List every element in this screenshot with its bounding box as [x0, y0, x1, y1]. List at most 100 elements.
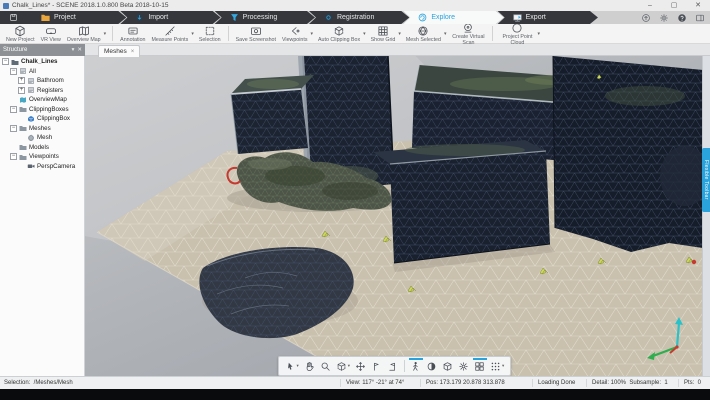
maximize-button[interactable]: ▢ — [662, 0, 686, 11]
settings-button[interactable] — [659, 13, 669, 23]
3d-viewport[interactable] — [85, 56, 702, 376]
toolbar-create-virtual-scan[interactable]: Create Virtual Scan — [448, 24, 488, 43]
tree-item-bathroom[interactable]: +Bathroom — [0, 76, 84, 86]
viewtool-view-layout[interactable]: ▾ — [488, 359, 507, 374]
viewtool-3d-box[interactable] — [440, 359, 456, 374]
tab-close-icon[interactable]: × — [131, 49, 135, 55]
tree-expander-icon[interactable]: + — [18, 77, 25, 84]
tree-item-overviewmap[interactable]: OverviewMap — [0, 95, 84, 105]
minimize-button[interactable]: – — [638, 0, 662, 11]
toolbar-save-screenshot[interactable]: Save Screenshot — [233, 24, 279, 43]
ribbon-tab-explore[interactable]: Explore — [403, 11, 503, 24]
tree-item-registers[interactable]: +Registers — [0, 86, 84, 96]
tree-expander-icon[interactable]: − — [2, 58, 9, 65]
tree-expander-spacer — [18, 134, 25, 141]
toolbar-button-label: Save Screenshot — [236, 38, 276, 44]
3d-box-icon — [442, 361, 453, 372]
ribbon-tab-label: Registration — [337, 14, 374, 21]
viewtool-contrast[interactable] — [424, 359, 440, 374]
folder-icon — [19, 124, 27, 132]
toolbar-show-grid[interactable]: Show Grid ▾ — [368, 24, 403, 43]
3d-scene[interactable] — [85, 56, 702, 376]
status-loading: Loading Done — [538, 380, 575, 386]
tree-item-perspcamera[interactable]: PerspCamera — [0, 162, 84, 172]
viewtool-quad-view[interactable] — [472, 359, 488, 374]
dropdown-arrow-icon[interactable]: ▾ — [502, 363, 504, 369]
tree-item-clippingbox[interactable]: ClippingBox — [0, 114, 84, 124]
dropdown-arrow-icon[interactable]: ▾ — [363, 31, 366, 37]
tree-item-clippingboxes[interactable]: −ClippingBoxes — [0, 105, 84, 115]
right-panel-tab[interactable]: Flexible Toolbar — [702, 148, 710, 212]
toolbar-button-label: Auto Clipping Box — [318, 38, 360, 44]
tree-expander-icon[interactable]: − — [10, 68, 17, 75]
toolbar-viewpoints[interactable]: Viewpoints ▾ — [279, 24, 315, 43]
dropdown-arrow-icon[interactable]: ▾ — [311, 31, 314, 37]
dropdown-arrow-icon[interactable]: ▾ — [398, 31, 401, 37]
toolbar-selection[interactable]: Selection — [196, 24, 224, 43]
ribbon-tab-registration[interactable]: Registration — [309, 11, 409, 24]
right-panel-strip — [702, 56, 710, 376]
viewtool-select[interactable]: ▾ — [282, 359, 301, 374]
toolbar-overview-map[interactable]: Overview Map ▾ — [64, 24, 108, 43]
help-button[interactable] — [677, 13, 687, 23]
ribbon-tab-import[interactable]: Import — [120, 11, 220, 24]
root-icon — [11, 58, 19, 66]
dropdown-arrow-icon[interactable]: ▾ — [348, 363, 350, 369]
viewtool-measure-point[interactable] — [369, 359, 385, 374]
ribbon-tab-project[interactable]: Project — [26, 11, 126, 24]
tree-expander-icon[interactable]: + — [18, 87, 25, 94]
doc-icon — [27, 77, 35, 85]
tree-item-viewpoints[interactable]: −Viewpoints — [0, 152, 84, 162]
document-icon — [9, 13, 18, 22]
tree-expander-icon[interactable]: − — [10, 153, 17, 160]
ribbon-tab-label: Project — [54, 14, 76, 21]
panel-pin-icon[interactable]: ▾ — [72, 47, 75, 53]
app-menu-button[interactable] — [0, 11, 26, 24]
tree-expander-icon[interactable]: − — [10, 106, 17, 113]
toolbar-mesh-selected[interactable]: Mesh Selected ▾ — [403, 24, 449, 43]
toolbar-annotation[interactable]: Annotation — [117, 24, 148, 43]
toolbar-new-project[interactable]: New Project — [3, 24, 38, 43]
tree-item-all[interactable]: − All — [0, 67, 84, 77]
viewtool-zoom[interactable] — [317, 359, 333, 374]
tree-item-meshes[interactable]: −Meshes — [0, 124, 84, 134]
toolbar-project-point-cloud[interactable]: Project Point Cloud ▾ — [497, 24, 542, 43]
camera-icon — [27, 162, 35, 170]
viewtool-clipping-box[interactable]: ▾ — [333, 359, 352, 374]
tree-item-chalk-lines[interactable]: −Chalk_Lines — [0, 57, 84, 67]
toolbar-auto-clipping-box[interactable]: Auto Clipping Box ▾ — [315, 24, 368, 43]
dropdown-arrow-icon[interactable]: ▾ — [297, 363, 299, 369]
viewtool-settings[interactable] — [456, 359, 472, 374]
toolbar-button-label: Selection — [199, 38, 221, 44]
tree-item-label: Mesh — [37, 134, 52, 141]
tree-item-label: All — [29, 68, 36, 75]
viewtool-walk-mode[interactable] — [408, 359, 424, 374]
ribbon-tab-processing[interactable]: Processing — [215, 11, 315, 24]
dropdown-arrow-icon[interactable]: ▾ — [537, 31, 540, 37]
panels-icon — [695, 13, 705, 23]
overview-map-icon — [78, 25, 90, 37]
tree-expander-icon[interactable]: − — [10, 125, 17, 132]
structure-panel-title: Structure — [3, 47, 27, 53]
dropdown-arrow-icon[interactable]: ▾ — [104, 31, 107, 37]
view-toolbar: ▾ ▾ ▾ — [278, 356, 511, 376]
close-button[interactable]: ✕ — [686, 0, 710, 11]
viewtool-pan[interactable] — [301, 359, 317, 374]
share-button[interactable] — [641, 13, 651, 23]
panels-button[interactable] — [695, 13, 705, 23]
viewtool-measure-area[interactable] — [385, 359, 401, 374]
dropdown-arrow-icon[interactable]: ▾ — [191, 31, 194, 37]
tree-item-models[interactable]: Models — [0, 143, 84, 153]
help-icon — [677, 13, 687, 23]
ribbon-tab-export[interactable]: Export — [498, 11, 598, 24]
toolbar-vr-view[interactable]: VR View — [38, 24, 64, 43]
title-bar: Chalk_Lines* - SCENE 2018.1.0.800 Beta 2… — [0, 0, 710, 11]
structure-tree: −Chalk_Lines−All+Bathroom+RegistersOverv… — [0, 56, 85, 376]
toolbar-measure-points[interactable]: Measure Points ▾ — [149, 24, 196, 43]
tree-item-mesh[interactable]: Mesh — [0, 133, 84, 143]
panel-close-icon[interactable]: ✕ — [77, 47, 82, 53]
viewtool-move[interactable] — [353, 359, 369, 374]
dropdown-arrow-icon[interactable]: ▾ — [444, 31, 447, 37]
structure-panel-header: Structure ▾ ✕ — [0, 44, 85, 56]
tab-meshes[interactable]: Meshes × — [98, 45, 140, 57]
